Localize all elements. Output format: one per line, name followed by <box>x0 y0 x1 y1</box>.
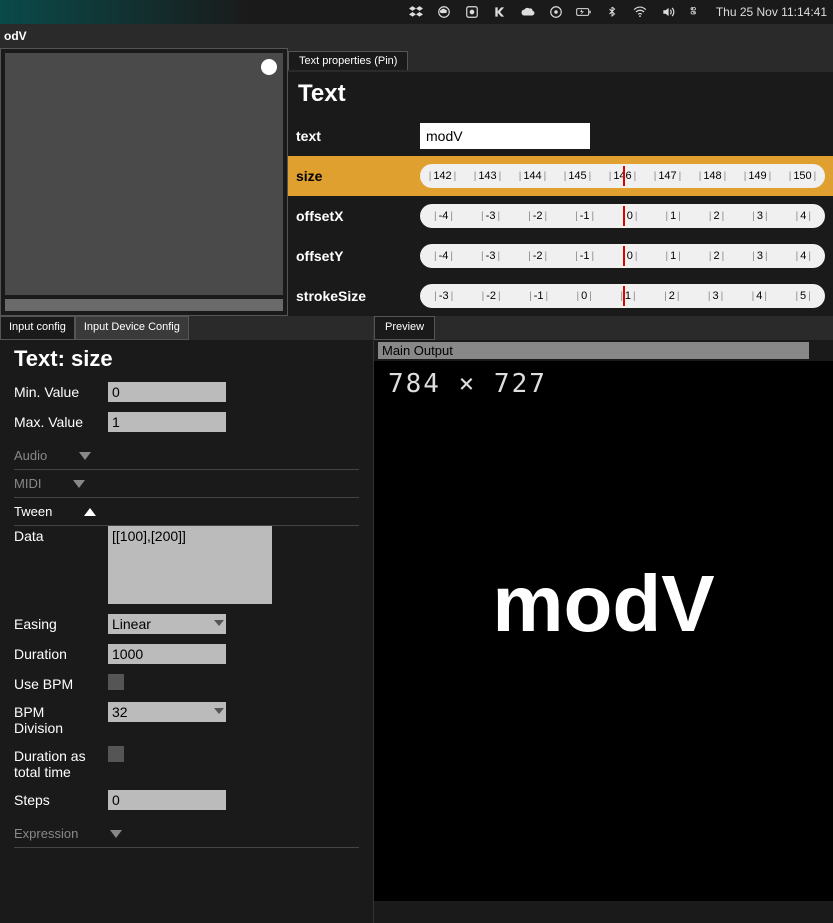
layer-preview[interactable] <box>5 53 283 295</box>
label-audio: Audio <box>14 448 47 463</box>
label-use-bpm: Use BPM <box>14 674 96 692</box>
chevron-down-icon <box>110 830 122 838</box>
properties-panel: Text properties (Pin) Text text size 142… <box>288 48 833 316</box>
input-config-heading: Text: size <box>14 346 359 372</box>
prop-label-offsetx: offsetX <box>296 208 408 224</box>
layer-scrollbar[interactable] <box>5 299 283 311</box>
label-max-value: Max. Value <box>14 412 96 430</box>
collapser-expression[interactable]: Expression <box>14 820 359 848</box>
label-tween: Tween <box>14 504 52 519</box>
row-duration-total: Duration as total time <box>14 746 359 780</box>
label-easing: Easing <box>14 614 96 632</box>
layer-enabled-dot[interactable] <box>261 59 277 75</box>
preview-canvas: 784 × 727 modV <box>374 361 833 901</box>
input-steps[interactable] <box>108 790 226 810</box>
prop-input-text[interactable] <box>420 123 590 149</box>
creative-cloud-icon[interactable] <box>436 4 452 20</box>
input-config-tabs: Input config Input Device Config <box>0 316 373 340</box>
slider-cursor[interactable] <box>623 166 625 186</box>
app-icon-2[interactable] <box>492 4 508 20</box>
tab-input-device-config[interactable]: Input Device Config <box>75 316 189 340</box>
slider-cursor[interactable] <box>623 286 625 306</box>
input-min-value[interactable] <box>108 382 226 402</box>
collapser-tween[interactable]: Tween <box>14 498 359 526</box>
menubar-datetime[interactable]: Thu 25 Nov 11:14:41 <box>716 5 827 19</box>
prop-row-strokesize[interactable]: strokeSize -3 -2 -1 0 1 2 3 4 5 <box>288 276 833 316</box>
macos-menubar: Thu 25 Nov 11:14:41 <box>0 0 833 24</box>
input-duration[interactable] <box>108 644 226 664</box>
wifi-icon[interactable] <box>632 4 648 20</box>
chevron-up-icon <box>84 508 96 516</box>
label-midi: MIDI <box>14 476 41 491</box>
dropbox-icon[interactable] <box>408 4 424 20</box>
row-data: Data [[100],[200]] <box>14 526 359 604</box>
volume-icon[interactable] <box>660 4 676 20</box>
properties-heading: Text <box>288 72 833 116</box>
tab-preview[interactable]: Preview <box>374 316 435 340</box>
layer-panel <box>0 48 288 316</box>
battery-icon[interactable] <box>576 4 592 20</box>
properties-tabbar: Text properties (Pin) <box>288 48 833 72</box>
prop-slider-offsetx[interactable]: -4 -3 -2 -1 0 1 2 3 4 <box>420 204 825 228</box>
prop-label-strokesize: strokeSize <box>296 288 408 304</box>
app-icon[interactable] <box>464 4 480 20</box>
collapser-midi[interactable]: MIDI <box>14 470 359 498</box>
cloud-icon[interactable] <box>520 4 536 20</box>
input-config-panel: Input config Input Device Config Text: s… <box>0 316 374 923</box>
window-titlebar: odV <box>0 24 833 48</box>
chevron-down-icon <box>79 452 91 460</box>
row-min-value: Min. Value <box>14 382 359 402</box>
prop-row-offsety[interactable]: offsetY -4 -3 -2 -1 0 1 2 3 4 <box>288 236 833 276</box>
control-center-icon[interactable] <box>688 4 704 20</box>
tab-text-properties[interactable]: Text properties (Pin) <box>288 51 408 70</box>
input-data[interactable]: [[100],[200]] <box>108 526 272 604</box>
label-expression: Expression <box>14 826 78 841</box>
label-min-value: Min. Value <box>14 382 96 400</box>
prop-slider-strokesize[interactable]: -3 -2 -1 0 1 2 3 4 5 <box>420 284 825 308</box>
collapser-audio[interactable]: Audio <box>14 442 359 470</box>
select-bpm-division[interactable]: 32 <box>108 702 226 722</box>
label-bpm-division: BPM Division <box>14 702 96 736</box>
row-easing: Easing Linear <box>14 614 359 634</box>
prop-label-size: size <box>296 168 408 184</box>
row-steps: Steps <box>14 790 359 810</box>
prop-row-size[interactable]: size 142 143 144 145 146 147 148 149 150 <box>288 156 833 196</box>
prop-label-offsety: offsetY <box>296 248 408 264</box>
chevron-down-icon <box>73 480 85 488</box>
select-easing[interactable]: Linear <box>108 614 226 634</box>
label-duration-total: Duration as total time <box>14 746 96 780</box>
checkbox-use-bpm[interactable] <box>108 674 124 690</box>
slider-cursor[interactable] <box>623 246 625 266</box>
prop-row-offsetx[interactable]: offsetX -4 -3 -2 -1 0 1 2 3 4 <box>288 196 833 236</box>
window-title: odV <box>4 29 27 43</box>
prop-row-text: text <box>288 116 833 156</box>
slider-cursor[interactable] <box>623 206 625 226</box>
bluetooth-icon[interactable] <box>604 4 620 20</box>
label-steps: Steps <box>14 790 96 808</box>
preview-output-label[interactable]: Main Output <box>378 342 809 359</box>
preview-text-output: modV <box>492 558 714 650</box>
target-icon[interactable] <box>548 4 564 20</box>
label-data: Data <box>14 526 96 544</box>
label-duration: Duration <box>14 644 96 662</box>
input-max-value[interactable] <box>108 412 226 432</box>
row-max-value: Max. Value <box>14 412 359 432</box>
prop-label-text: text <box>296 128 408 144</box>
preview-dimensions: 784 × 727 <box>388 369 547 399</box>
checkbox-duration-total[interactable] <box>108 746 124 762</box>
row-duration: Duration <box>14 644 359 664</box>
row-use-bpm: Use BPM <box>14 674 359 692</box>
prop-slider-offsety[interactable]: -4 -3 -2 -1 0 1 2 3 4 <box>420 244 825 268</box>
row-bpm-division: BPM Division 32 <box>14 702 359 736</box>
preview-tabs: Preview <box>374 316 833 340</box>
tab-input-config[interactable]: Input config <box>0 316 75 340</box>
prop-slider-size[interactable]: 142 143 144 145 146 147 148 149 150 <box>420 164 825 188</box>
preview-panel: Preview Main Output 784 × 727 modV <box>374 316 833 923</box>
